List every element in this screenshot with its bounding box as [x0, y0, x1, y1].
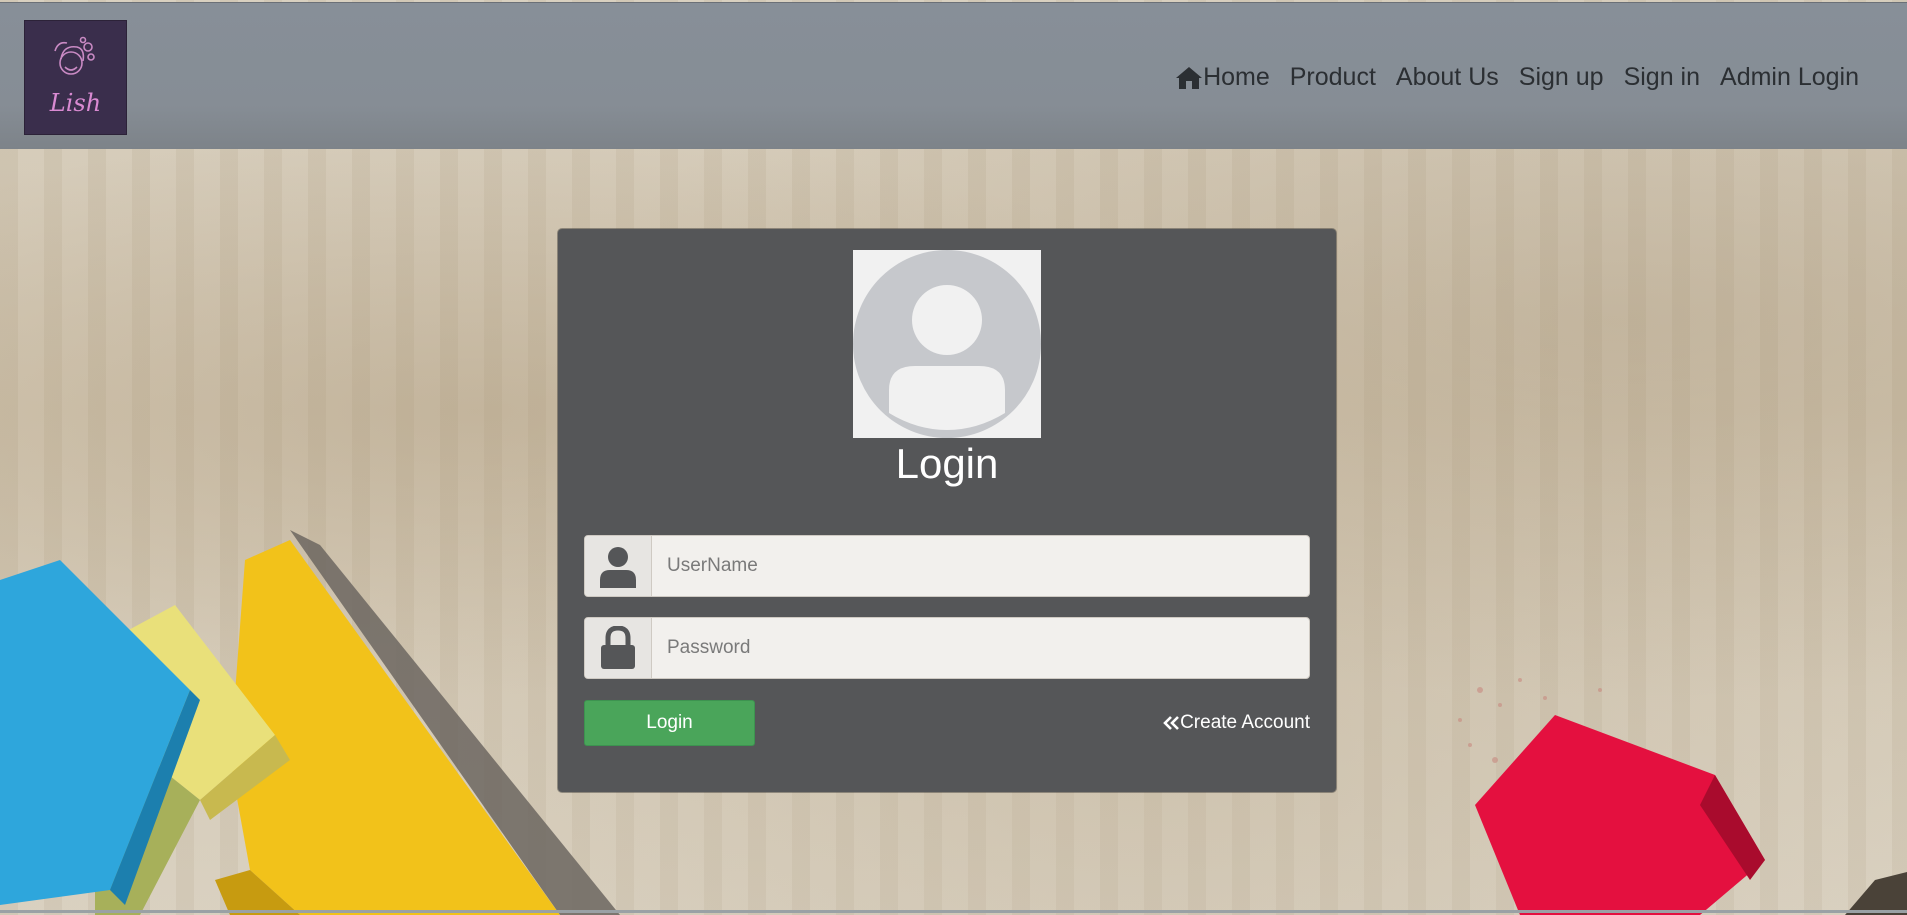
create-account-label: Create Account — [1180, 712, 1310, 733]
password-field — [584, 617, 1310, 679]
nav-about-us[interactable]: About Us — [1396, 63, 1499, 92]
user-avatar-icon — [853, 250, 1041, 438]
main-nav: Home Product About Us Sign up Sign in Ad… — [1175, 63, 1859, 92]
nav-sign-up[interactable]: Sign up — [1519, 63, 1604, 92]
username-field — [584, 535, 1310, 597]
login-card: Login Login — [558, 229, 1336, 792]
nav-home[interactable]: Home — [1175, 63, 1270, 92]
login-button[interactable]: Login — [584, 700, 755, 746]
home-icon — [1176, 66, 1203, 89]
login-page: Lish Home Product About Us Sign up Sign … — [0, 0, 1907, 915]
create-account-link[interactable]: Create Account — [1163, 712, 1310, 734]
user-icon — [600, 547, 636, 588]
nav-sign-in[interactable]: Sign in — [1624, 63, 1700, 92]
username-addon — [585, 536, 652, 596]
nav-product[interactable]: Product — [1290, 63, 1376, 92]
top-navbar: Lish Home Product About Us Sign up Sign … — [0, 2, 1907, 149]
fairy-face-logo-icon — [54, 36, 95, 75]
username-input[interactable] — [652, 536, 1309, 596]
password-input[interactable] — [652, 618, 1309, 678]
bottom-divider — [0, 910, 1907, 913]
nav-admin-login[interactable]: Admin Login — [1720, 63, 1859, 92]
double-chevron-left-icon — [1163, 716, 1179, 730]
brand-logo[interactable]: Lish — [25, 21, 126, 134]
password-addon — [585, 618, 652, 678]
login-title: Login — [895, 440, 999, 487]
logo-text: Lish — [49, 89, 102, 117]
lock-icon — [601, 626, 635, 669]
nav-home-label: Home — [1203, 63, 1270, 91]
avatar-graphic — [853, 250, 1041, 438]
